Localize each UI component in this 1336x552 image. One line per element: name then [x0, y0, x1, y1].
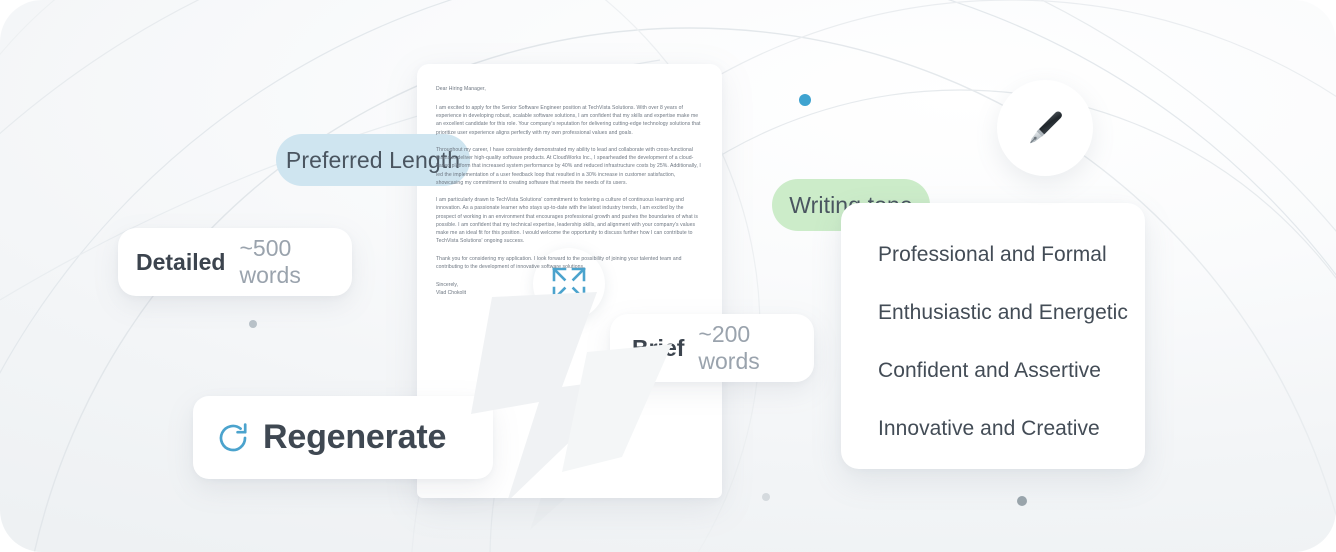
document-signature-block: Sincerely, Vlad Chokolit [436, 281, 703, 298]
tone-option[interactable]: Professional and Formal [878, 243, 1145, 267]
tone-option[interactable]: Enthusiastic and Energetic [878, 301, 1145, 325]
length-option-wordcount: ~500 words [239, 235, 301, 288]
length-option-wordcount: ~200 words [698, 321, 760, 374]
tone-option[interactable]: Innovative and Creative [878, 417, 1145, 441]
document-paragraph: I am particularly drawn to TechVista Sol… [436, 197, 699, 245]
decor-dot-left [249, 320, 257, 328]
refresh-icon [219, 422, 247, 451]
regenerate-label: Regenerate [263, 418, 447, 456]
regenerate-button[interactable]: Regenerate [193, 396, 493, 479]
length-option-name: Brief [632, 334, 685, 361]
pen-badge[interactable] [997, 80, 1093, 176]
tone-option[interactable]: Confident and Assertive [878, 359, 1145, 383]
document-greeting: Dear Hiring Manager, [436, 86, 486, 92]
length-option-name: Detailed [136, 248, 226, 275]
accent-dot-blue [799, 94, 811, 106]
app-canvas: Dear Hiring Manager, I am excited to app… [0, 0, 1336, 552]
length-option-brief[interactable]: Brief ~200 words [610, 314, 814, 382]
document-signature-name: Vlad Chokolit [436, 290, 467, 297]
document-closing: Sincerely, [436, 282, 458, 289]
decor-dot-bottom-right [1017, 496, 1027, 506]
length-option-detailed[interactable]: Detailed ~500 words [118, 228, 352, 296]
writing-tone-list: Professional and Formal Enthusiastic and… [841, 203, 1145, 469]
fountain-pen-icon [1029, 111, 1062, 144]
document-paragraph: Thank you for considering my application… [436, 255, 682, 270]
document-paragraph: Throughout my career, I have consistentl… [436, 146, 701, 186]
document-paragraph: I am excited to apply for the Senior Sof… [436, 104, 701, 136]
decor-dot-bottom-center [762, 493, 770, 501]
